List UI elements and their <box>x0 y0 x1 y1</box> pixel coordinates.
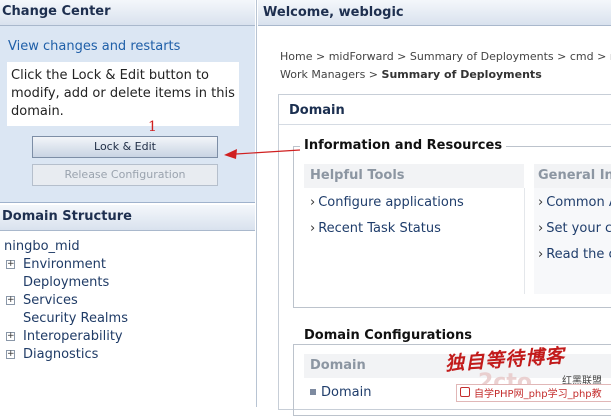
watermark-bar-text: 自学PHP网_php学习_php教 <box>474 389 602 400</box>
view-changes-link[interactable]: View changes and restarts <box>8 39 180 54</box>
bullet-square-icon <box>310 389 316 395</box>
chevron-right-icon: › <box>538 221 544 236</box>
lock-edit-button[interactable]: Lock & Edit <box>32 136 218 158</box>
change-center-header: Change Center <box>0 0 255 26</box>
domain-config-link[interactable]: Domain <box>310 385 371 400</box>
chevron-right-icon: › <box>310 195 316 210</box>
plus-box-icon[interactable]: + <box>6 350 15 359</box>
domain-column-title: Domain <box>310 358 366 373</box>
annotation-number: 1 <box>148 119 157 135</box>
link-label[interactable]: Recent Task Status <box>318 221 441 236</box>
tree-root-ningbo-mid[interactable]: ningbo_mid <box>4 238 80 256</box>
change-center-message: Click the Lock & Edit button to modify, … <box>7 62 239 126</box>
chevron-right-icon: › <box>538 247 544 262</box>
plus-box-icon[interactable]: + <box>6 260 15 269</box>
configure-applications-link[interactable]: › Configure applications <box>310 195 464 210</box>
chevron-right-icon: › <box>310 221 316 236</box>
watermark-icon <box>460 387 470 397</box>
tree-item-label[interactable]: Interoperability <box>23 328 123 346</box>
breadcrumb-link[interactable]: Work Managers > <box>280 68 382 81</box>
tree-item-label[interactable]: Deployments <box>23 274 109 292</box>
common-admin-link[interactable]: › Common A <box>538 195 611 210</box>
recent-task-status-link[interactable]: › Recent Task Status <box>310 221 441 236</box>
domain-configurations-legend: Domain Configurations <box>300 328 476 343</box>
read-the-docs-link[interactable]: › Read the c <box>538 247 611 262</box>
set-your-console-link[interactable]: › Set your c <box>538 221 611 236</box>
chevron-right-icon: › <box>538 195 544 210</box>
tree-item-label[interactable]: Environment <box>23 256 106 274</box>
tree-item-label[interactable]: Services <box>23 292 78 310</box>
release-configuration-button[interactable]: Release Configuration <box>32 164 218 186</box>
link-label[interactable]: Set your c <box>546 221 611 236</box>
domain-panel-title: Domain <box>279 95 611 125</box>
tree-item-label[interactable]: Security Realms <box>23 310 128 328</box>
domain-structure-header: Domain Structure <box>0 205 255 231</box>
plus-box-icon[interactable]: + <box>6 296 15 305</box>
link-label[interactable]: Configure applications <box>318 195 464 210</box>
general-info-title: General Inf <box>538 168 611 183</box>
information-resources-legend: Information and Resources <box>300 138 507 153</box>
tree-item-label[interactable]: Diagnostics <box>23 346 98 364</box>
link-label[interactable]: Read the c <box>546 247 611 262</box>
link-label[interactable]: Common A <box>546 195 611 210</box>
welcome-bar: Welcome, weblogic <box>258 0 611 26</box>
helpful-tools-title: Helpful Tools <box>310 168 405 183</box>
link-label[interactable]: Domain <box>321 385 371 400</box>
breadcrumb[interactable]: Home > midForward > Summary of Deploymen… <box>280 50 611 63</box>
breadcrumb-line-2: Work Managers > Summary of Deployments <box>280 68 542 81</box>
breadcrumb-current: Summary of Deployments <box>381 68 542 81</box>
plus-box-icon[interactable]: + <box>6 332 15 341</box>
left-column: Change Center View changes and restarts … <box>0 0 257 407</box>
